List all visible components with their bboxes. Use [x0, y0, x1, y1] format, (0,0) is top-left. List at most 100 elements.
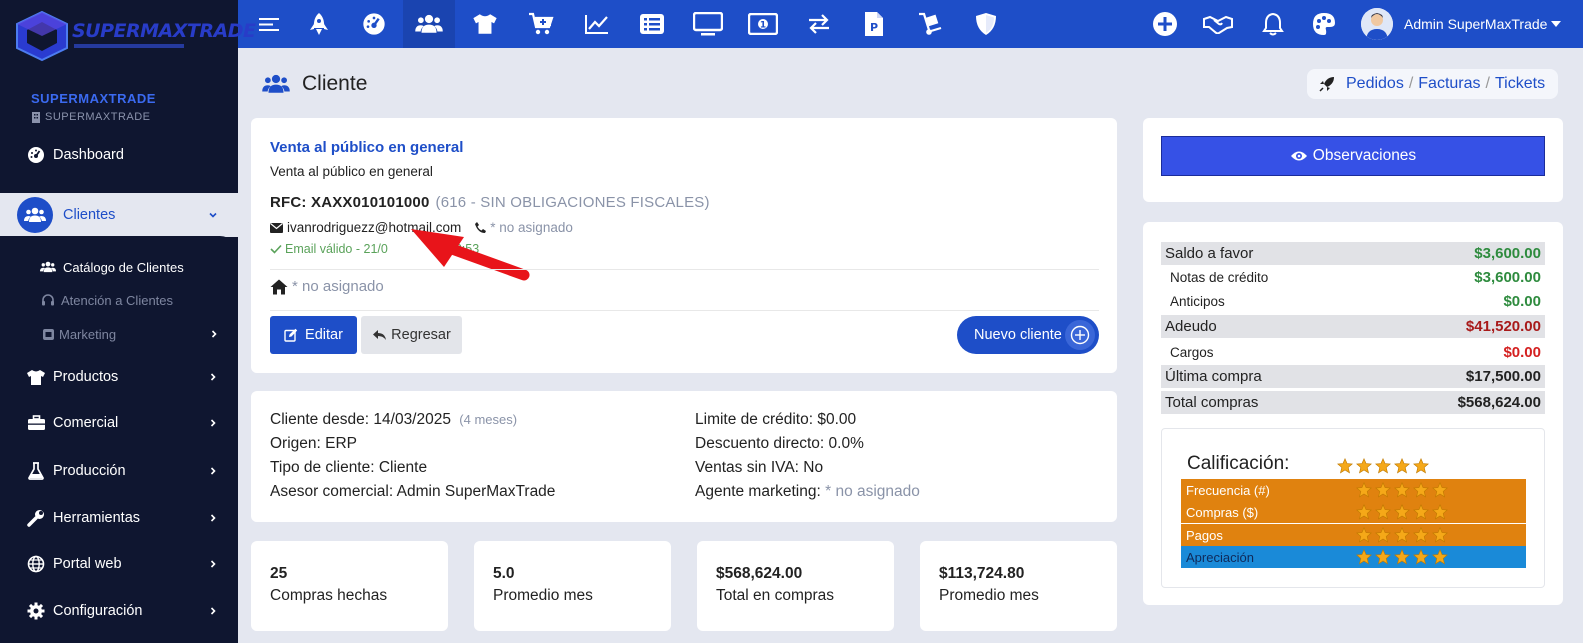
edit-button[interactable]: Editar — [270, 316, 357, 354]
star-icon — [1413, 504, 1429, 520]
partners-button[interactable] — [1192, 0, 1244, 48]
money-icon: 1 — [748, 13, 778, 35]
star-icon — [1432, 527, 1448, 543]
star-icon — [1356, 527, 1372, 543]
theme-button[interactable] — [1298, 0, 1350, 48]
avatar — [1361, 8, 1393, 40]
balance-row-adeudo: Adeudo $41,520.00 — [1161, 315, 1545, 338]
rating-box: Calificación: Frecuencia (#) Compras ($)… — [1161, 428, 1545, 588]
reports-button[interactable] — [571, 0, 623, 48]
sidebar-item-portal-web[interactable]: Portal web — [0, 546, 238, 582]
chevron-right-icon — [210, 373, 216, 381]
dolly-button[interactable] — [904, 0, 956, 48]
star-icon — [1337, 458, 1353, 474]
star-icon — [1356, 504, 1372, 520]
sidebar-item-configuracion[interactable]: Configuración — [0, 593, 238, 629]
home-icon — [270, 279, 288, 294]
star-icon — [1375, 549, 1391, 565]
stat-card-monthly-average: 5.0 Promedio mes — [474, 541, 671, 631]
plus-circle-icon — [1065, 320, 1095, 350]
sidebar-subitem-atencion-clientes[interactable]: Atención a Clientes — [0, 288, 238, 312]
logo-text: SUPERMAXTRADE — [72, 20, 256, 42]
clientes-button[interactable] — [403, 0, 455, 48]
chevron-right-icon — [210, 560, 216, 568]
breadcrumb-facturas[interactable]: Facturas — [1418, 75, 1480, 93]
app-logo[interactable]: SUPERMAXTRADE — [14, 10, 256, 62]
topbar: 1 P Admin SuperMaxTrade — [238, 0, 1583, 48]
notifications-button[interactable] — [1247, 0, 1299, 48]
reply-icon — [373, 330, 387, 340]
gauge-icon — [363, 13, 385, 35]
star-icon — [1394, 482, 1410, 498]
file-p-button[interactable]: P — [848, 0, 900, 48]
balance-row-saldo-a-favor: Saldo a favor $3,600.00 — [1161, 242, 1545, 265]
chevron-down-icon — [209, 212, 217, 218]
cash-button[interactable]: 1 — [737, 0, 789, 48]
details-card: Cliente desde: 14/03/2025 (4 meses) Orig… — [251, 391, 1117, 522]
headset-icon — [40, 292, 56, 308]
sidebar-item-clientes[interactable]: Clientes — [14, 194, 238, 236]
rating-stars — [1356, 504, 1448, 520]
user-name: Admin SuperMaxTrade — [1404, 16, 1548, 32]
star-icon — [1375, 482, 1391, 498]
breadcrumb-pedidos[interactable]: Pedidos — [1346, 75, 1404, 93]
rocket-button[interactable] — [293, 0, 345, 48]
user-menu[interactable]: Admin SuperMaxTrade — [1361, 0, 1562, 48]
sidebar-item-herramientas[interactable]: Herramientas — [0, 500, 238, 536]
star-icon — [1375, 504, 1391, 520]
breadcrumb: Pedidos / Facturas / Tickets — [1307, 69, 1558, 99]
security-button[interactable] — [960, 0, 1012, 48]
balance-row-anticipos: Anticipos $0.00 — [1170, 293, 1541, 310]
rating-title: Calificación: — [1187, 453, 1290, 474]
star-icon — [1432, 482, 1448, 498]
star-icon — [1413, 549, 1429, 565]
sidebar-item-productos[interactable]: Productos — [0, 359, 238, 395]
transfer-button[interactable] — [793, 0, 845, 48]
sidebar-subitem-catalogo-clientes[interactable]: Catálogo de Clientes — [0, 255, 238, 279]
handshake-icon — [1203, 15, 1233, 34]
back-button[interactable]: Regresar — [361, 316, 462, 354]
rating-row-apreciacion: Apreciación — [1181, 546, 1526, 568]
breadcrumb-tickets[interactable]: Tickets — [1495, 75, 1545, 93]
sidebar-subitem-marketing[interactable]: Marketing — [0, 322, 238, 346]
logo-cube-icon — [16, 10, 68, 62]
balance-row-cargos: Cargos $0.00 — [1170, 344, 1541, 361]
stat-card-monthly-amount: $113,724.80 Promedio mes — [920, 541, 1117, 631]
list-button[interactable] — [626, 0, 678, 48]
sidebar-item-produccion[interactable]: Producción — [0, 453, 238, 489]
stat-card-purchases: 25 Compras hechas — [251, 541, 448, 631]
exchange-icon — [809, 14, 829, 34]
pos-button[interactable] — [682, 0, 734, 48]
briefcase-icon — [26, 413, 46, 433]
chevron-right-icon — [211, 330, 217, 338]
chevron-right-icon — [210, 467, 216, 475]
rocket-icon — [1319, 77, 1334, 92]
chevron-right-icon — [210, 419, 216, 427]
new-client-button[interactable]: Nuevo cliente — [957, 316, 1099, 354]
flask-icon — [26, 461, 46, 481]
add-button[interactable] — [1139, 0, 1191, 48]
wrench-icon — [26, 508, 46, 528]
sidebar-item-dashboard[interactable]: Dashboard — [0, 137, 238, 173]
envelope-icon — [270, 222, 283, 233]
shield-icon — [976, 13, 996, 35]
observations-button[interactable]: Observaciones — [1161, 136, 1545, 176]
sales-without-vat: Ventas sin IVA: No — [695, 459, 824, 476]
balance-row-ultima-compra: Última compra $17,500.00 — [1161, 365, 1545, 388]
star-icon — [1356, 549, 1372, 565]
sales-advisor: Asesor comercial: Admin SuperMaxTrade — [270, 483, 556, 500]
cart-button[interactable] — [515, 0, 567, 48]
svg-text:P: P — [870, 21, 878, 34]
desktop-icon — [693, 12, 723, 36]
company-name: SUPERMAXTRADE — [31, 91, 156, 106]
marketing-icon — [40, 326, 56, 342]
chevron-right-icon — [210, 607, 216, 615]
star-icon — [1394, 527, 1410, 543]
star-icon — [1394, 549, 1410, 565]
users-icon — [415, 14, 443, 33]
productos-button[interactable] — [459, 0, 511, 48]
dashboard-button[interactable] — [348, 0, 400, 48]
client-name[interactable]: Venta al público en general — [270, 139, 463, 156]
balance-card: Saldo a favor $3,600.00 Notas de crédito $… — [1143, 222, 1563, 605]
sidebar-item-comercial[interactable]: Comercial — [0, 405, 238, 441]
